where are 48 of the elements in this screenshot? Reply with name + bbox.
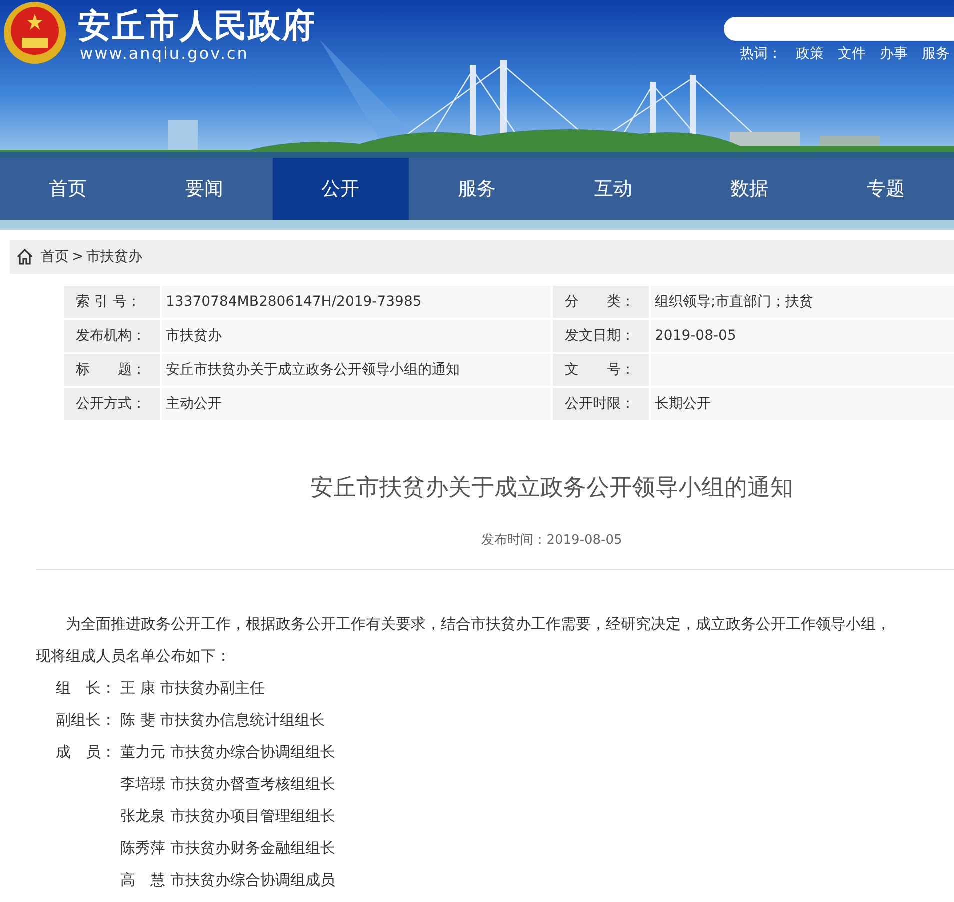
field-label: 公开方式： [64,388,160,420]
nav-tab[interactable]: 要闻 [136,158,273,220]
breadcrumb-link[interactable]: 市扶贫办 [86,248,143,266]
member-text: 李培璟 市扶贫办督查考核组组长 [120,774,336,795]
field-value: 主动公开 [162,388,551,420]
hot-word-link[interactable]: 文件 [838,45,866,63]
field-value: 2019-08-05 [651,320,954,352]
member-text: 王 康 市扶贫办副主任 [120,678,266,699]
article-title: 安丘市扶贫办关于成立政务公开领导小组的通知 [310,474,794,503]
nav-tab[interactable]: 公开 [272,158,409,220]
member-text: 陈秀萍 市扶贫办财务金融组组长 [120,838,336,859]
field-label: 文 号： [553,354,649,386]
hot-word-link[interactable]: 服务 [922,45,950,63]
field-label: 发文日期： [553,320,649,352]
role-label: 副组长： [56,710,117,731]
field-label: 公开时限： [553,388,649,420]
member-text: 高 慧 市扶贫办综合协调组成员 [120,870,336,891]
search-field[interactable] [724,17,954,41]
hot-word-link[interactable]: 政策 [796,45,824,63]
nav-tab[interactable]: 首页 [0,158,136,220]
field-label: 发布机构： [64,320,160,352]
emblem-icon [2,0,68,66]
nav-tab[interactable]: 服务 [408,158,546,220]
field-value: 市扶贫办 [162,320,551,352]
field-label: 索 引 号： [64,286,160,318]
breadcrumb-link[interactable]: 首页 [41,248,69,266]
nav-tab[interactable]: 数据 [681,158,818,220]
publish-date: 发布时间：2019-08-05 [480,532,624,549]
field-value: 安丘市扶贫办关于成立政务公开领导小组的通知 [162,354,551,386]
role-label: 组 长： [56,678,117,699]
hot-words-label: 热词： [740,45,782,63]
nav-tab[interactable]: 专题 [818,158,954,220]
paragraph: 为全面推进政务公开工作，根据政务公开工作有关要求，结合市扶贫办工作需要，经研究决定，成立政务公开工作领导小组，现将组成人员名单公布如下： [36,614,892,667]
field-value: 组织领导;市直部门；扶贫 [651,286,954,318]
field-value: 13370784MB2806147H/2019-73985 [162,286,551,318]
member-text: 张龙泉 市扶贫办项目管理组组长 [120,806,336,827]
hot-word-link[interactable]: 办事 [880,45,908,63]
member-text: 陈 斐 市扶贫办信息统计组组长 [120,710,326,731]
field-label: 标 题： [64,354,160,386]
member-text: 董力元 市扶贫办综合协调组组长 [120,742,336,763]
field-value: 长期公开 [651,388,954,420]
breadcrumb-separator: > [72,249,84,265]
nav-tab[interactable]: 互动 [545,158,682,220]
site-url: www.anqiu.gov.cn [80,44,249,63]
role-label: 成 员： [56,742,117,763]
home-icon [16,248,34,266]
field-label: 分 类： [553,286,649,318]
site-title: 安丘市人民政府 [78,5,316,46]
